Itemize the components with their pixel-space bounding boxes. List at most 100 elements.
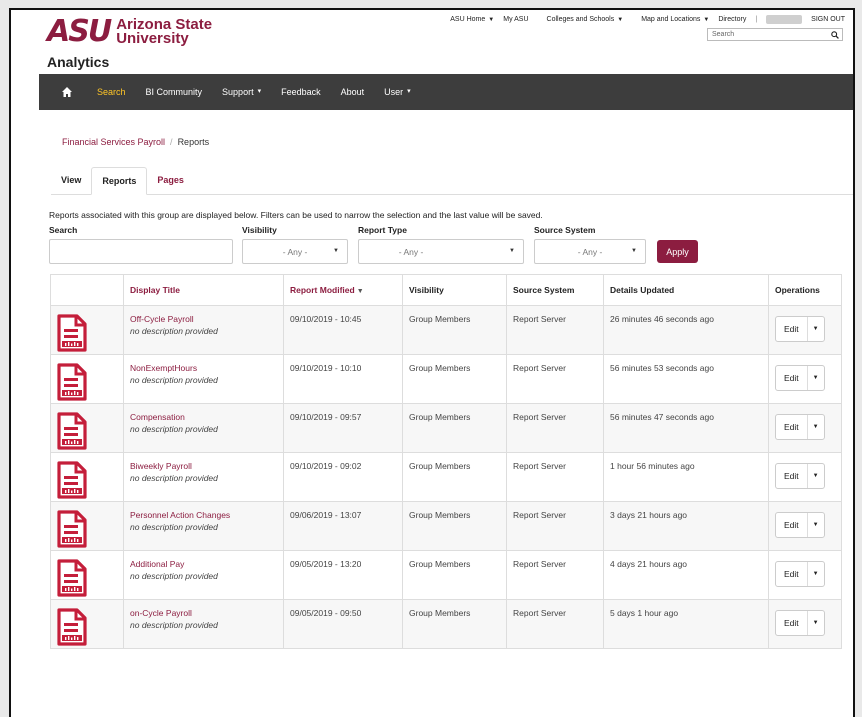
source-system-select-value: - Any -	[577, 246, 603, 257]
visibility-cell: Group Members	[402, 305, 507, 355]
topnav-map[interactable]: Map and Locations ▼	[632, 16, 709, 23]
report-title-link[interactable]: Biweekly Payroll	[130, 461, 277, 471]
edit-dropdown-toggle[interactable]: ▼	[808, 464, 824, 488]
details-updated-cell: 1 hour 56 minutes ago	[603, 452, 769, 502]
report-document-icon[interactable]	[57, 559, 87, 599]
report-title-link[interactable]: Personnel Action Changes	[130, 510, 277, 520]
edit-button[interactable]: Edit	[776, 611, 808, 635]
visibility-cell: Group Members	[402, 550, 507, 600]
topnav-label: Colleges and Schools	[546, 16, 615, 23]
logo-text: Arizona State University	[116, 17, 212, 46]
edit-button-group: Edit ▼	[775, 610, 825, 636]
topnav-label: ASU Home	[450, 16, 486, 23]
edit-button[interactable]: Edit	[776, 317, 808, 341]
edit-button[interactable]: Edit	[776, 366, 808, 390]
header-display-title[interactable]: Display Title	[123, 274, 284, 306]
report-document-icon[interactable]	[57, 314, 87, 354]
report-description: no description provided	[130, 375, 218, 385]
report-title-link[interactable]: on-Cycle Payroll	[130, 608, 277, 618]
details-updated-cell: 56 minutes 47 seconds ago	[603, 403, 769, 453]
header-visibility: Visibility	[402, 274, 507, 306]
edit-button-group: Edit ▼	[775, 512, 825, 538]
breadcrumb-current: Reports	[177, 137, 210, 147]
nav-support[interactable]: Support ▾	[212, 74, 271, 110]
report-modified-cell: 09/05/2019 - 09:50	[283, 599, 403, 649]
nav-bi-community[interactable]: BI Community	[136, 74, 213, 110]
breadcrumb-separator: /	[170, 137, 173, 147]
search-icon[interactable]	[831, 29, 839, 42]
report-modified-cell: 09/05/2019 - 13:20	[283, 550, 403, 600]
chevron-down-icon: ▼	[631, 248, 637, 254]
nav-home[interactable]	[39, 74, 87, 110]
visibility-filter-label: Visibility	[242, 225, 277, 235]
report-document-icon[interactable]	[57, 510, 87, 550]
tab-pages[interactable]: Pages	[147, 167, 194, 194]
edit-button[interactable]: Edit	[776, 562, 808, 586]
visibility-select[interactable]: - Any - ▼	[242, 239, 348, 264]
search-filter-input[interactable]	[49, 239, 233, 264]
tab-view[interactable]: View	[51, 167, 91, 194]
filter-description: Reports associated with this group are d…	[49, 210, 543, 220]
nav-search[interactable]: Search	[87, 74, 136, 110]
caret-down-icon: ▼	[488, 17, 495, 23]
table-row: on-Cycle Payroll no description provided 0…	[50, 599, 842, 649]
breadcrumb-parent[interactable]: Financial Services Payroll	[62, 137, 165, 147]
edit-button[interactable]: Edit	[776, 415, 808, 439]
report-document-icon[interactable]	[57, 412, 87, 452]
report-title-link[interactable]: Off-Cycle Payroll	[130, 314, 277, 324]
edit-dropdown-toggle[interactable]: ▼	[808, 513, 824, 537]
edit-dropdown-toggle[interactable]: ▼	[808, 415, 824, 439]
nav-user[interactable]: User ▾	[374, 74, 421, 110]
report-document-icon[interactable]	[57, 461, 87, 501]
header-report-modified[interactable]: Report Modified ▼	[283, 274, 403, 306]
report-description: no description provided	[130, 424, 218, 434]
edit-dropdown-toggle[interactable]: ▼	[808, 366, 824, 390]
caret-down-icon: ▼	[812, 375, 819, 381]
report-title-link[interactable]: Additional Pay	[130, 559, 277, 569]
nav-label: Support	[222, 87, 254, 97]
source-system-cell: Report Server	[506, 305, 604, 355]
edit-button-group: Edit ▼	[775, 414, 825, 440]
edit-button[interactable]: Edit	[776, 464, 808, 488]
topnav-directory[interactable]: Directory	[718, 16, 746, 23]
report-modified-cell: 09/10/2019 - 09:57	[283, 403, 403, 453]
nav-label: BI Community	[145, 87, 203, 97]
home-icon	[62, 87, 72, 97]
apply-button[interactable]: Apply	[657, 240, 698, 263]
report-document-icon[interactable]	[57, 608, 87, 648]
report-modified-cell: 09/06/2019 - 13:07	[283, 501, 403, 551]
operations-cell: Edit ▼	[768, 550, 842, 600]
visibility-cell: Group Members	[402, 354, 507, 404]
sign-out-link[interactable]: SIGN OUT	[811, 16, 845, 23]
topnav-asu-home[interactable]: ASU Home ▼	[441, 16, 494, 23]
app-title: Analytics	[47, 54, 110, 70]
report-document-icon[interactable]	[57, 363, 87, 403]
title-cell: NonExemptHours no description provided	[123, 354, 284, 404]
report-icon-cell	[50, 501, 124, 551]
visibility-cell: Group Members	[402, 452, 507, 502]
caret-down-icon: ▼	[812, 326, 819, 332]
details-updated-cell: 26 minutes 46 seconds ago	[603, 305, 769, 355]
edit-button[interactable]: Edit	[776, 513, 808, 537]
topnav-label: Map and Locations	[641, 16, 701, 23]
caret-down-icon: ▼	[812, 571, 819, 577]
report-title-link[interactable]: Compensation	[130, 412, 277, 422]
topnav-my-asu[interactable]: My ASU	[503, 16, 528, 23]
report-title-link[interactable]: NonExemptHours	[130, 363, 277, 373]
nav-about[interactable]: About	[331, 74, 375, 110]
edit-dropdown-toggle[interactable]: ▼	[808, 317, 824, 341]
search-filter-label: Search	[49, 225, 78, 235]
report-icon-cell	[50, 599, 124, 649]
asu-logo[interactable]: ASU Arizona State University	[47, 17, 212, 47]
caret-down-icon: ▼	[812, 473, 819, 479]
global-search-input[interactable]: Search	[707, 28, 843, 41]
edit-dropdown-toggle[interactable]: ▼	[808, 562, 824, 586]
table-row: Compensation no description provided 09/10…	[50, 403, 842, 453]
report-type-select[interactable]: - Any - ▼	[358, 239, 524, 264]
tab-reports[interactable]: Reports	[91, 167, 148, 195]
visibility-select-value: - Any -	[282, 246, 308, 257]
topnav-colleges[interactable]: Colleges and Schools ▼	[538, 16, 624, 23]
edit-dropdown-toggle[interactable]: ▼	[808, 611, 824, 635]
nav-feedback[interactable]: Feedback	[271, 74, 331, 110]
source-system-select[interactable]: - Any - ▼	[534, 239, 646, 264]
